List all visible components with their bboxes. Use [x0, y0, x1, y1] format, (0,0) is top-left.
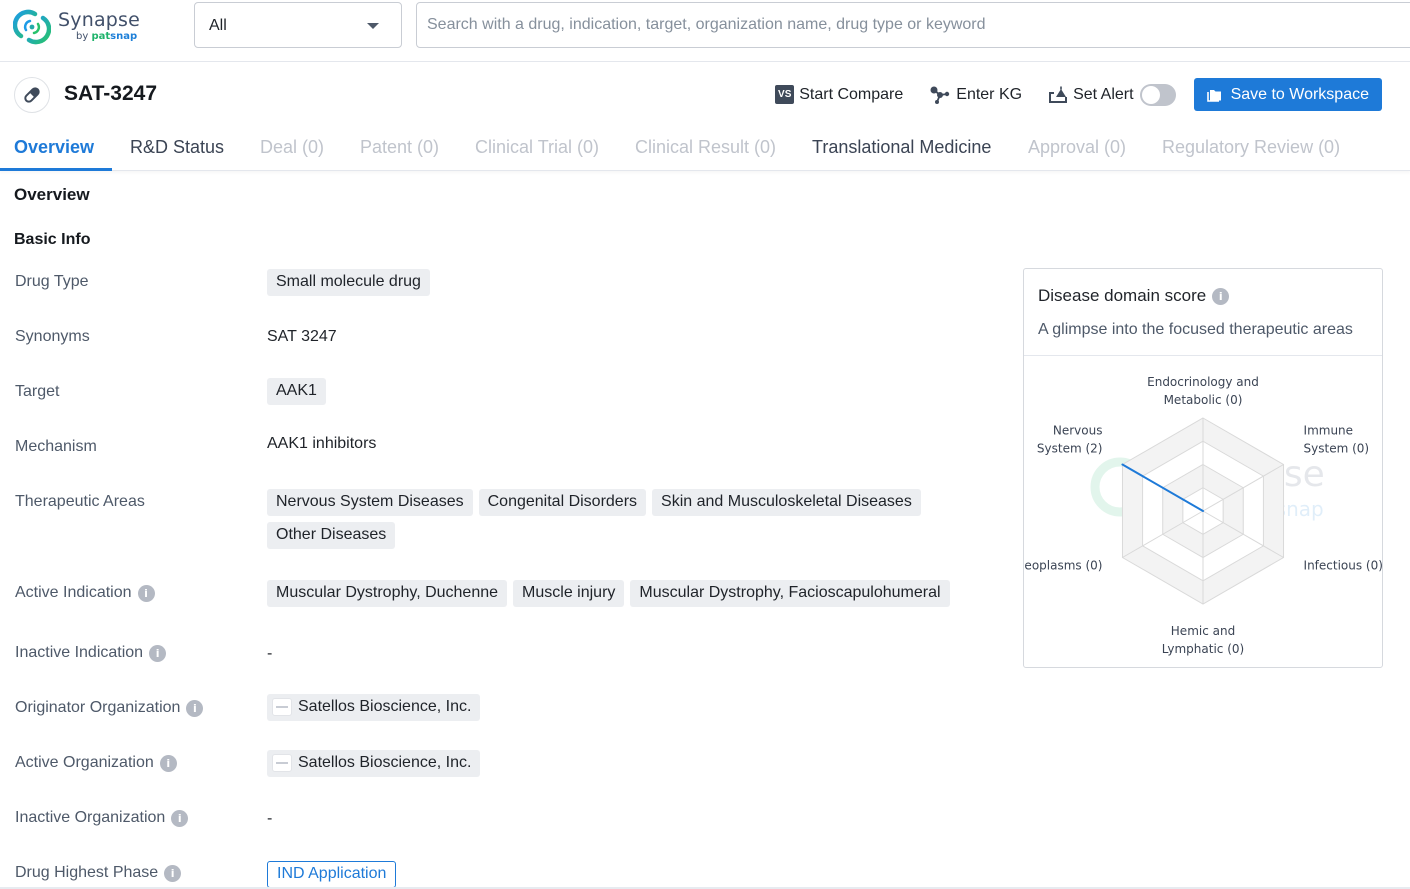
indication-chip[interactable]: Muscular Dystrophy, Facioscapulohumeral — [630, 580, 950, 607]
field-label-mechanism: Mechanism — [15, 438, 97, 455]
field-label-therapeutic-areas: Therapeutic Areas — [15, 493, 145, 510]
tab-clinical-trial[interactable]: Clinical Trial (0) — [475, 137, 599, 158]
drug-type-chip[interactable]: Small molecule drug — [267, 269, 430, 296]
field-value-originator-organization: Satellos Bioscience, Inc. — [267, 694, 486, 727]
field-label-active-organization: Active Organization i — [15, 754, 177, 772]
synapse-logo-icon — [13, 9, 51, 45]
field-label-drug-highest-phase: Drug Highest Phase i — [15, 864, 182, 882]
field-label-target: Target — [15, 383, 60, 400]
info-icon[interactable]: i — [164, 864, 182, 882]
save-to-workspace-label: Save to Workspace — [1230, 85, 1369, 103]
info-icon[interactable]: i — [171, 809, 189, 827]
radar-axis-label: Nervous System (2) — [1037, 424, 1103, 456]
info-icon[interactable]: i — [159, 754, 177, 772]
active-tab-indicator — [0, 168, 112, 171]
info-icon[interactable]: i — [186, 699, 204, 717]
radar-axis-label: Neoplasms (0) — [1024, 559, 1102, 573]
disease-domain-card: Disease domain score i A glimpse into th… — [1023, 268, 1383, 668]
tab-overview[interactable]: Overview — [14, 137, 94, 158]
search-scope-select[interactable]: All — [194, 2, 402, 48]
field-label-active-indication: Active Indication i — [15, 584, 155, 602]
field-value-active-organization: Satellos Bioscience, Inc. — [267, 750, 486, 783]
info-icon[interactable]: i — [149, 644, 167, 662]
field-value-drug-highest-phase: IND Application — [267, 861, 397, 888]
compare-vs-icon: VS — [775, 85, 795, 104]
organization-chip[interactable]: Satellos Bioscience, Inc. — [267, 694, 481, 721]
search-input[interactable] — [416, 2, 1410, 48]
header-actions: VS Start Compare Enter KG Set Alert Save… — [775, 78, 1382, 111]
indication-chip[interactable]: Muscular Dystrophy, Duchenne — [267, 580, 508, 607]
therapeutic-area-chip[interactable]: Skin and Musculoskeletal Diseases — [652, 489, 921, 516]
logo-subtitle: by patsnap — [76, 31, 138, 42]
start-compare-label: Start Compare — [799, 85, 904, 103]
search-scope-value: All — [209, 17, 227, 34]
tab-bar: Overview R&D Status Deal (0) Patent (0) … — [0, 126, 1410, 171]
field-value-active-indication: Muscular Dystrophy, Duchenne Muscle inju… — [267, 580, 987, 613]
enter-kg-button[interactable]: Enter KG — [929, 85, 1022, 105]
therapeutic-area-chip[interactable]: Congenital Disorders — [478, 489, 647, 516]
info-icon[interactable]: i — [137, 584, 155, 602]
tab-approval[interactable]: Approval (0) — [1028, 137, 1126, 158]
logo-title: Synapse — [58, 9, 141, 31]
tab-clinical-result[interactable]: Clinical Result (0) — [635, 137, 776, 158]
indication-chip[interactable]: Muscle injury — [513, 580, 625, 607]
set-alert-toggle[interactable] — [1139, 83, 1176, 106]
set-alert-control: Set Alert — [1048, 83, 1176, 106]
alert-icon — [1048, 86, 1068, 104]
knowledge-graph-icon — [929, 85, 951, 105]
field-value-therapeutic-areas: Nervous System Diseases Congenital Disor… — [267, 489, 947, 555]
organization-logo-icon — [272, 698, 292, 716]
field-label-inactive-organization: Inactive Organization i — [15, 809, 189, 827]
field-label-originator-organization: Originator Organization i — [15, 699, 204, 717]
set-alert-label: Set Alert — [1073, 85, 1134, 103]
tab-rd-status[interactable]: R&D Status — [130, 137, 224, 158]
save-to-workspace-button[interactable]: Save to Workspace — [1193, 78, 1382, 111]
radar-axis-label: Hemic and Lymphatic (0) — [1162, 624, 1244, 656]
disease-domain-radar-chart: Synapse by patsnap Endocrinology andMeta… — [1024, 375, 1382, 656]
tab-regulatory-review[interactable]: Regulatory Review (0) — [1162, 137, 1340, 158]
radar-axis-label: Endocrinology and Metabolic (0) — [1147, 375, 1259, 407]
section-title-basic-info: Basic Info — [14, 231, 91, 248]
caret-down-icon — [367, 23, 379, 29]
toggle-knob — [1141, 85, 1160, 104]
field-value-inactive-organization: - — [267, 810, 273, 827]
therapeutic-area-chip[interactable]: Nervous System Diseases — [267, 489, 473, 516]
field-value-inactive-indication: - — [267, 645, 273, 662]
synapse-logo[interactable]: Synapse by patsnap — [13, 8, 143, 48]
folder-icon — [1206, 88, 1223, 102]
organization-logo-icon — [272, 754, 292, 772]
field-label-drug-type: Drug Type — [15, 273, 89, 290]
section-title-overview: Overview — [14, 185, 90, 204]
field-label-synonyms: Synonyms — [15, 328, 90, 345]
highest-phase-tag[interactable]: IND Application — [267, 861, 397, 888]
top-bar: Synapse by patsnap All — [0, 0, 1410, 62]
disease-domain-title: Disease domain score i — [1038, 286, 1230, 306]
therapeutic-area-chip[interactable]: Other Diseases — [267, 522, 396, 549]
drug-name: SAT-3247 — [64, 82, 157, 105]
info-icon[interactable]: i — [1212, 287, 1230, 305]
field-value-drug-type: Small molecule drug — [267, 269, 436, 302]
tab-deal[interactable]: Deal (0) — [260, 137, 324, 158]
pill-icon — [14, 77, 50, 113]
tab-translational-medicine[interactable]: Translational Medicine — [812, 137, 991, 158]
radar-axis-label: Infectious (0) — [1304, 559, 1382, 573]
tab-patent[interactable]: Patent (0) — [360, 137, 439, 158]
field-label-inactive-indication: Inactive Indication i — [15, 644, 167, 662]
target-chip[interactable]: AAK1 — [267, 378, 326, 405]
start-compare-button[interactable]: VS Start Compare — [775, 85, 903, 104]
field-value-mechanism: AAK1 inhibitors — [267, 435, 377, 452]
field-value-target: AAK1 — [267, 378, 332, 411]
disease-domain-subtitle: A glimpse into the focused therapeutic a… — [1038, 321, 1353, 338]
field-value-synonyms: SAT 3247 — [267, 328, 337, 345]
organization-chip[interactable]: Satellos Bioscience, Inc. — [267, 750, 481, 777]
radar-axis-label: Immune System (0) — [1304, 424, 1370, 456]
enter-kg-label: Enter KG — [956, 85, 1023, 103]
